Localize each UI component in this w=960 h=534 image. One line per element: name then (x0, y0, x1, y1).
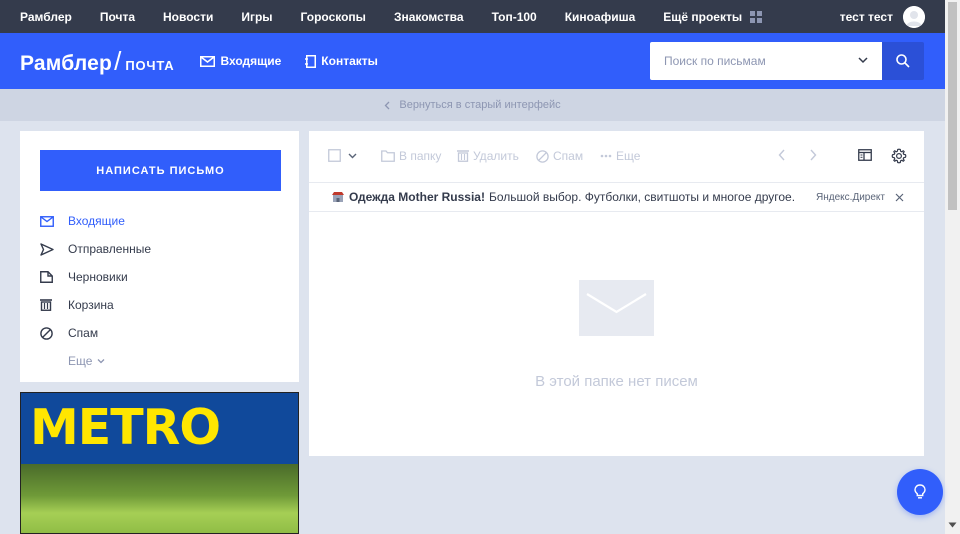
ad-photo (20, 464, 299, 534)
layout-toggle-button[interactable] (858, 149, 876, 161)
folder-icon (381, 150, 395, 162)
scrollbar-thumb[interactable] (948, 2, 957, 210)
sidebar-more-label: Еще (68, 354, 93, 368)
checkbox-icon (328, 149, 341, 162)
search-button[interactable] (882, 42, 924, 80)
back-link-label: Вернуться в старый интерфейс (399, 99, 561, 111)
chevron-right-icon (810, 149, 817, 161)
header-nav-contacts-label: Контакты (321, 54, 378, 68)
spam-button[interactable]: Спам (536, 149, 583, 163)
message-list-panel: В папку Удалить Спам Еще Одежда Mother R… (309, 131, 924, 456)
sidebar-item-label: Отправленные (68, 242, 152, 256)
sidebar-item-label: Входящие (68, 214, 125, 228)
sidebar-more-button[interactable]: Еще (40, 347, 151, 375)
ad-logo-area: METRO (20, 392, 299, 464)
tips-button[interactable] (897, 469, 943, 515)
ad-banner[interactable]: METRO (20, 392, 299, 534)
layout-panel-icon (858, 149, 872, 161)
spam-icon (536, 149, 549, 163)
metro-logo-text: METRO (30, 399, 221, 456)
sidebar-item-label: Черновики (68, 270, 128, 284)
move-to-folder-label: В папку (399, 149, 442, 163)
chevron-down-icon (348, 153, 357, 158)
search-icon (896, 54, 910, 68)
chevron-down-icon[interactable] (858, 57, 868, 64)
user-menu[interactable]: тест тест (840, 0, 925, 33)
prev-page-button[interactable] (778, 149, 789, 161)
spam-label: Спам (553, 149, 584, 163)
sidebar: НАПИСАТЬ ПИСЬМО Входящие Отправленные Че… (20, 131, 299, 382)
portal-link-horoscopes[interactable]: Гороскопы (301, 10, 366, 24)
empty-folder-message: В этой папке нет писем (535, 373, 698, 390)
user-name: тест тест (839, 9, 893, 24)
avatar (903, 5, 925, 28)
portal-link-games[interactable]: Игры (241, 10, 272, 24)
select-all-checkbox[interactable] (328, 149, 361, 162)
move-to-folder-button[interactable]: В папку (381, 149, 441, 163)
send-icon (40, 242, 54, 256)
draft-icon (40, 271, 53, 283)
direct-ad-bar[interactable]: Одежда Mother Russia! Большой выбор. Фут… (309, 182, 924, 212)
more-actions-label: Еще (616, 149, 641, 163)
delete-label: Удалить (473, 149, 519, 163)
header-nav-contacts[interactable]: Контакты (305, 54, 378, 68)
compose-button[interactable]: НАПИСАТЬ ПИСЬМО (40, 150, 281, 191)
envelope-icon (40, 215, 54, 227)
more-projects-link[interactable]: Ещё проекты (663, 9, 763, 24)
sidebar-item-label: Корзина (68, 298, 114, 312)
portal-link-kinoafisha[interactable]: Киноафиша (565, 10, 636, 24)
chevron-down-icon (97, 358, 105, 363)
spam-icon (40, 326, 53, 340)
header-nav-inbox[interactable]: Входящие (200, 54, 281, 68)
more-projects-label: Ещё проекты (663, 9, 743, 24)
sidebar-item-sent[interactable]: Отправленные (40, 235, 151, 263)
contacts-book-icon (305, 54, 317, 68)
logo-main-text: Рамблер (20, 51, 113, 75)
more-actions-button[interactable]: Еще (600, 149, 640, 163)
logo-slash: / (114, 45, 122, 76)
header-nav-inbox-label: Входящие (220, 54, 282, 68)
direct-ad-text: Большой выбор. Футболки, свитшоты и мног… (488, 190, 796, 204)
delete-button[interactable]: Удалить (457, 149, 519, 163)
rambler-mail-logo[interactable]: Рамблер / почта (20, 46, 174, 77)
trash-icon (457, 150, 469, 162)
sidebar-item-drafts[interactable]: Черновики (40, 263, 151, 291)
folder-list: Входящие Отправленные Черновики Корзина (40, 207, 151, 375)
more-dots-icon (600, 154, 612, 158)
sidebar-item-inbox[interactable]: Входящие (40, 207, 151, 235)
chevron-left-icon (778, 149, 785, 161)
scroll-down-arrow-icon[interactable] (948, 522, 957, 528)
trash-icon (40, 299, 52, 311)
user-avatar-icon (903, 5, 925, 28)
next-page-button[interactable] (810, 149, 821, 161)
portal-link-mail[interactable]: Почта (100, 10, 135, 24)
portal-link-news[interactable]: Новости (163, 10, 213, 24)
shop-icon (332, 192, 344, 202)
portal-link-dating[interactable]: Знакомства (394, 10, 464, 24)
page-scrollbar[interactable] (945, 0, 960, 534)
sidebar-item-label: Спам (68, 326, 99, 340)
direct-ad-brand[interactable]: Одежда Mother Russia! (349, 190, 485, 204)
lightbulb-icon (914, 484, 926, 499)
close-icon[interactable] (895, 193, 904, 202)
portal-link-top100[interactable]: Топ-100 (492, 10, 537, 24)
settings-button[interactable] (891, 148, 911, 164)
portal-link-rambler[interactable]: Рамблер (20, 10, 72, 24)
mail-header: Рамблер / почта Входящие Контакты (0, 33, 945, 89)
envelope-icon (200, 55, 216, 67)
grid-icon (750, 10, 763, 23)
sidebar-item-trash[interactable]: Корзина (40, 291, 151, 319)
portal-bar: Рамблер Почта Новости Игры Гороскопы Зна… (0, 0, 945, 33)
message-toolbar: В папку Удалить Спам Еще (309, 131, 924, 181)
search-input[interactable] (650, 53, 840, 69)
sidebar-item-spam[interactable]: Спам (40, 319, 151, 347)
direct-ad-source[interactable]: Яндекс.Директ (816, 192, 885, 203)
search-box (650, 42, 882, 80)
back-to-old-interface[interactable]: Вернуться в старый интерфейс (0, 89, 945, 121)
empty-mailbox-icon (579, 280, 654, 336)
logo-sub-text: почта (125, 57, 175, 73)
chevron-left-icon (384, 101, 390, 109)
gear-icon (891, 148, 907, 164)
